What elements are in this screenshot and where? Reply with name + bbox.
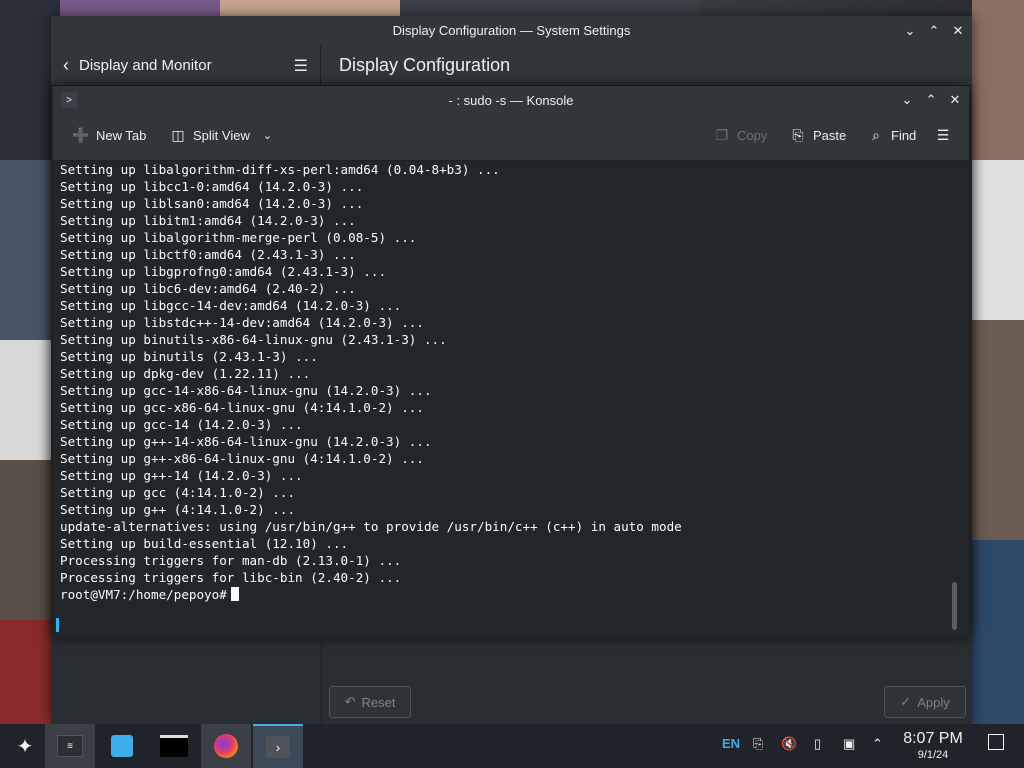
task-discover[interactable] <box>97 724 147 768</box>
terminal-line: Setting up libitm1:amd64 (14.2.0-3) ... <box>60 213 356 228</box>
task-file-manager[interactable] <box>149 724 199 768</box>
firefox-icon <box>214 734 238 758</box>
keyboard-layout-indicator[interactable]: EN <box>722 736 740 751</box>
volume-muted-icon[interactable]: 🔇 <box>781 736 797 752</box>
scroll-marker <box>56 618 59 632</box>
terminal-line: Processing triggers for libc-bin (2.40-2… <box>60 570 402 585</box>
terminal-line: Setting up libgcc-14-dev:amd64 (14.2.0-3… <box>60 298 402 313</box>
maximize-icon[interactable]: ⌃ <box>926 23 942 39</box>
discover-icon <box>111 735 133 757</box>
terminal-line: Setting up libcc1-0:amd64 (14.2.0-3) ... <box>60 179 364 194</box>
terminal-line: Setting up gcc-14 (14.2.0-3) ... <box>60 417 303 432</box>
search-icon: ⌕ <box>872 126 880 143</box>
terminal-line: Setting up libstdc++-14-dev:amd64 (14.2.… <box>60 315 424 330</box>
clock-time: 8:07 PM <box>903 730 963 747</box>
paste-icon: ⎘ <box>792 126 804 143</box>
hamburger-menu-icon[interactable]: ☰ <box>294 56 308 76</box>
terminal-line: Setting up gcc-x86-64-linux-gnu (4:14.1.… <box>60 400 424 415</box>
settings-header: ‹ Display and Monitor ☰ Display Configur… <box>51 45 972 86</box>
taskbar: ✦ ≡ › EN ⎘ 🔇 ▯ ▣ ⌃ 8:07 PM 9/1/24 <box>0 724 1024 768</box>
close-icon[interactable]: ✕ <box>947 92 963 108</box>
sidebar-title: Display and Monitor <box>79 56 212 74</box>
app-launcher-icon: ✦ <box>16 735 34 758</box>
text-cursor <box>230 587 239 601</box>
prompt-text: root@VM7:/home/pepoyo# <box>60 587 227 602</box>
task-firefox[interactable] <box>201 724 251 768</box>
copy-icon: ❐ <box>715 126 729 143</box>
usb-device-icon[interactable]: ▯ <box>814 736 821 752</box>
konsole-toolbar: ➕ New Tab ◫ Split View ⌄ ❐ Copy ⎘ Paste … <box>53 114 969 161</box>
terminal-prompt[interactable]: root@VM7:/home/pepoyo# <box>60 586 946 603</box>
chevron-down-icon: ⌄ <box>262 129 273 142</box>
apply-label: Apply <box>917 694 950 710</box>
terminal-line: Setting up gcc-14-x86-64-linux-gnu (14.2… <box>60 383 432 398</box>
terminal-line: Setting up binutils (2.43.1-3) ... <box>60 349 318 364</box>
split-view-icon: ◫ <box>171 126 185 143</box>
back-arrow-icon[interactable]: ‹ <box>63 55 69 76</box>
maximize-icon[interactable]: ⌃ <box>923 92 939 108</box>
minimize-icon[interactable]: ⌄ <box>899 92 915 108</box>
konsole-window: > - : sudo -s — Konsole ⌄ ⌃ ✕ ➕ New Tab … <box>53 86 969 637</box>
digital-clock[interactable]: 8:07 PM 9/1/24 <box>893 730 973 762</box>
minimize-icon[interactable]: ⌄ <box>902 23 918 39</box>
clock-date: 9/1/24 <box>917 749 949 761</box>
terminal-window-icon <box>160 735 188 757</box>
application-launcher[interactable]: ✦ <box>0 724 50 768</box>
new-tab-label: New Tab <box>96 127 147 143</box>
terminal-output[interactable]: Setting up libalgorithm-diff-xs-perl:amd… <box>53 161 946 637</box>
reset-label: Reset <box>361 694 396 710</box>
close-icon[interactable]: ✕ <box>950 23 966 39</box>
settings-window-title: Display Configuration — System Settings <box>392 23 631 38</box>
konsole-icon: › <box>266 736 290 758</box>
apply-button[interactable]: ✓ Apply <box>884 686 966 718</box>
terminal-line: Setting up liblsan0:amd64 (14.2.0-3) ... <box>60 196 364 211</box>
split-view-label: Split View <box>193 127 250 143</box>
hamburger-menu-icon: ☰ <box>936 126 950 143</box>
terminal-line: Setting up gcc (4:14.1.0-2) ... <box>60 485 296 500</box>
paste-button[interactable]: ⎘ Paste <box>790 127 846 143</box>
terminal-line: Setting up libc6-dev:amd64 (2.40-2) ... <box>60 281 356 296</box>
find-button[interactable]: ⌕ Find <box>868 127 916 143</box>
terminal-line: Setting up libalgorithm-diff-xs-perl:amd… <box>60 162 500 177</box>
konsole-app-icon: > <box>61 92 77 108</box>
hamburger-menu-button[interactable]: ☰ <box>935 127 951 143</box>
copy-label: Copy <box>737 127 768 143</box>
terminal-line: Setting up g++ (4:14.1.0-2) ... <box>60 502 296 517</box>
settings-app-icon: ≡ <box>57 735 83 757</box>
copy-button[interactable]: ❐ Copy <box>714 126 768 143</box>
show-desktop-icon[interactable] <box>988 734 1004 750</box>
checkmark-icon: ✓ <box>900 694 912 709</box>
chevron-up-icon[interactable]: ⌃ <box>872 736 883 752</box>
reset-button[interactable]: ↶ Reset <box>329 686 411 718</box>
konsole-titlebar[interactable]: > - : sudo -s — Konsole ⌄ ⌃ ✕ <box>53 86 969 114</box>
terminal-line: Setting up libalgorithm-merge-perl (0.08… <box>60 230 417 245</box>
terminal-line: update-alternatives: using /usr/bin/g++ … <box>60 519 682 534</box>
new-tab-button[interactable]: ➕ New Tab <box>72 126 147 143</box>
split-view-button[interactable]: ◫ Split View ⌄ <box>170 127 272 143</box>
terminal-line: Setting up build-essential (12.10) ... <box>60 536 349 551</box>
task-system-settings[interactable]: ≡ <box>45 724 95 768</box>
undo-icon: ↶ <box>344 694 356 709</box>
terminal-line: Setting up dpkg-dev (1.22.11) ... <box>60 366 311 381</box>
terminal-line: Setting up g++-14 (14.2.0-3) ... <box>60 468 303 483</box>
terminal-scrollbar[interactable] <box>952 582 957 630</box>
terminal-line: Setting up libgprofng0:amd64 (2.43.1-3) … <box>60 264 387 279</box>
page-title: Display Configuration <box>339 54 511 75</box>
paste-label: Paste <box>813 127 847 143</box>
konsole-window-title: - : sudo -s — Konsole <box>448 92 574 108</box>
settings-titlebar[interactable]: Display Configuration — System Settings … <box>51 16 972 45</box>
clipboard-icon[interactable]: ⎘ <box>753 736 763 752</box>
terminal-line: Setting up g++-14-x86-64-linux-gnu (14.2… <box>60 434 432 449</box>
task-konsole[interactable]: › <box>253 724 303 768</box>
find-label: Find <box>891 127 917 143</box>
new-tab-icon: ➕ <box>72 126 90 143</box>
terminal-line: Setting up libctf0:amd64 (2.43.1-3) ... <box>60 247 356 262</box>
terminal-line: Setting up g++-x86-64-linux-gnu (4:14.1.… <box>60 451 424 466</box>
terminal-line: Setting up binutils-x86-64-linux-gnu (2.… <box>60 332 447 347</box>
network-icon[interactable]: ▣ <box>843 736 855 752</box>
terminal-line: Processing triggers for man-db (2.13.0-1… <box>60 553 402 568</box>
